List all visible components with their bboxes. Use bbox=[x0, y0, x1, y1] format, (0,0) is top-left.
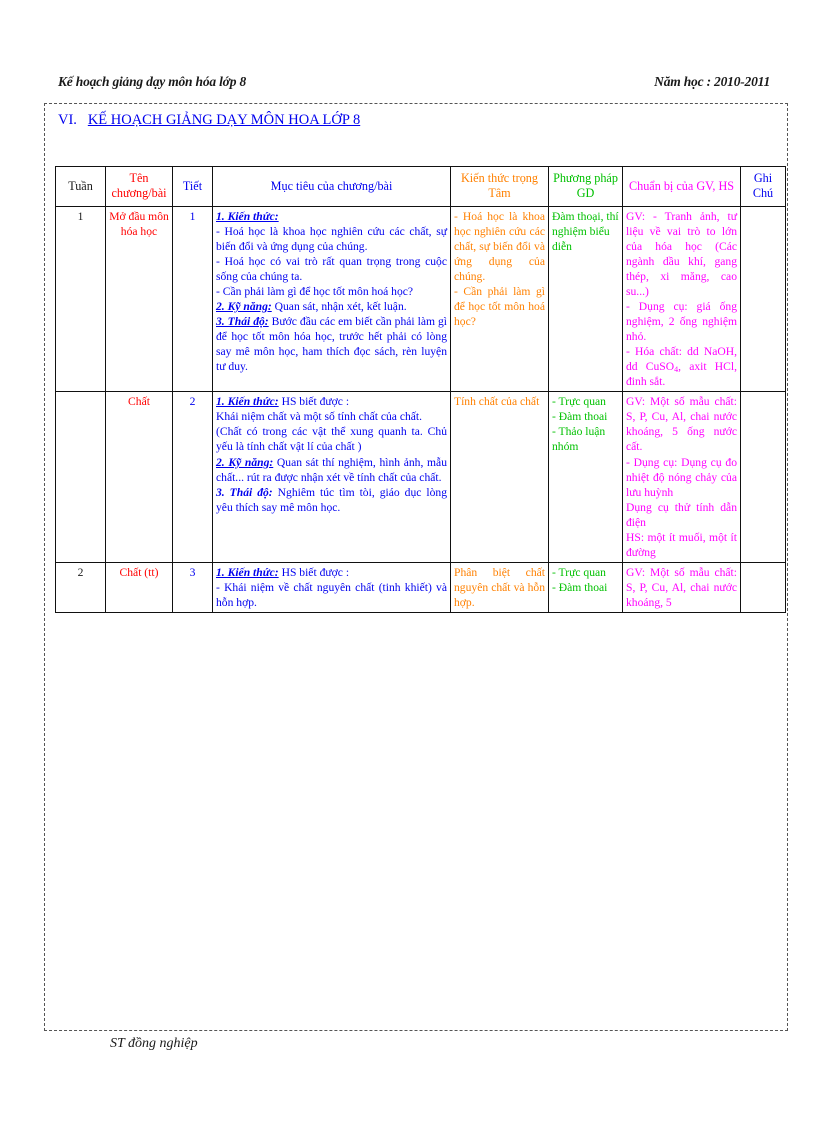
muc-label-kien-thuc: 1. Kiến thức: bbox=[216, 395, 279, 409]
muc-line: (Chất có trong các vật thể xung quanh ta… bbox=[216, 425, 447, 454]
kien-line: - Cần phải làm gì để học tốt môn hoá học… bbox=[454, 284, 545, 328]
kien-line: Phân biệt chất nguyên chất và hỗn hợp. bbox=[454, 565, 545, 610]
cell-ten: Chất (tt) bbox=[105, 561, 173, 614]
cell-phuong: Đàm thoại, thí nghiệm biểu diễn bbox=[548, 205, 623, 393]
phuong-line: - Thảo luận nhóm bbox=[552, 425, 606, 454]
phuong-line: - Trực quan bbox=[552, 565, 606, 579]
cell-kien: Phân biệt chất nguyên chất và hỗn hợp. bbox=[450, 561, 549, 614]
table-header: Tuần Tên chương/bài Tiết Mục tiêu của ch… bbox=[55, 166, 786, 207]
muc-line: - Hoá học là khoa học nghiên cứu các chấ… bbox=[216, 224, 447, 253]
cell-phuong: - Trực quan - Đàm thoai bbox=[548, 561, 623, 614]
phuong-line: Đàm thoại, thí nghiệm biểu diễn bbox=[552, 209, 619, 253]
column-header-tuan: Tuần bbox=[55, 166, 106, 207]
muc-label-ky-nang: 2. Kỹ năng: bbox=[216, 455, 274, 469]
cell-ghi bbox=[740, 391, 786, 563]
cell-tiet: 3 bbox=[172, 561, 213, 614]
section-heading: VI. KẾ HOẠCH GIẢNG DẠY MÔN HOA LỚP 8 bbox=[58, 112, 360, 129]
cell-ten: Chất bbox=[105, 391, 173, 563]
cell-chuan: GV: Một số mẫu chất: S, P, Cu, Al, chai … bbox=[622, 561, 741, 614]
cell-tiet: 2 bbox=[172, 391, 213, 563]
phuong-line: - Đàm thoai bbox=[552, 581, 608, 594]
cell-muc: 1. Kiến thức: HS biết được : - Khái niệm… bbox=[212, 561, 451, 614]
cell-tuan: 2 bbox=[55, 561, 106, 614]
muc-label-thai-do: 3. Thái độ: bbox=[216, 314, 269, 328]
cell-muc: 1. Kiến thức: - Hoá học là khoa học nghi… bbox=[212, 205, 451, 393]
table-row: 2 Chất (tt) 3 1. Kiến thức: HS biết được… bbox=[55, 561, 786, 614]
muc-label-kien-thuc: 1. Kiến thức: bbox=[216, 209, 279, 223]
cell-kien: Tính chất của chất bbox=[450, 391, 549, 563]
chuan-line: Dụng cụ thử tính dẫn điện bbox=[626, 500, 737, 529]
kien-line: - Hoá học là khoa học nghiên cứu các chấ… bbox=[454, 209, 545, 283]
teaching-plan-table: Tuần Tên chương/bài Tiết Mục tiêu của ch… bbox=[55, 166, 786, 614]
muc-line: - Cần phải làm gì để học tốt môn hoá học… bbox=[216, 284, 414, 298]
running-header-right: Năm học : 2010-2011 bbox=[654, 74, 770, 89]
section-title: KẾ HOẠCH GIẢNG DẠY MÔN HOA LỚP 8 bbox=[87, 112, 361, 128]
phuong-line: - Trực quan bbox=[552, 395, 606, 409]
muc-line: Khái niệm chất và một số tính chất của c… bbox=[216, 410, 423, 424]
phuong-line: - Đàm thoai bbox=[552, 410, 608, 424]
page-footer: ST đồng nghiệp bbox=[110, 1036, 198, 1051]
column-header-ghi: Ghi Chú bbox=[740, 166, 786, 207]
table-row: 1 Mở đầu môn hóa học 1 1. Kiến thức: - H… bbox=[55, 205, 786, 393]
table-body: 1 Mở đầu môn hóa học 1 1. Kiến thức: - H… bbox=[55, 205, 786, 614]
muc-label-ky-nang: 2. Kỹ năng: bbox=[216, 299, 272, 313]
chuan-line: GV: - Tranh ảnh, tư liệu về vai trò to l… bbox=[626, 209, 737, 298]
cell-ghi bbox=[740, 561, 786, 614]
cell-tiet: 1 bbox=[172, 205, 213, 393]
column-header-tiet: Tiết bbox=[172, 166, 213, 207]
table-header-row: Tuần Tên chương/bài Tiết Mục tiêu của ch… bbox=[55, 166, 786, 207]
column-header-kien: Kiến thức trọng Tâm bbox=[450, 166, 549, 207]
kien-line: Tính chất của chất bbox=[454, 395, 540, 409]
table-row: Chất 2 1. Kiến thức: HS biết được : Khái… bbox=[55, 391, 786, 563]
column-header-phuong: Phương pháp GD bbox=[548, 166, 623, 207]
column-header-muc: Mục tiêu của chương/bài bbox=[212, 166, 451, 207]
document-page: Kế hoạch giảng dạy môn hóa lớp 8 Năm học… bbox=[0, 0, 816, 1123]
chuan-line: GV: Một số mẫu chất: S, P, Cu, Al, chai … bbox=[626, 565, 737, 610]
cell-chuan: GV: - Tranh ảnh, tư liệu về vai trò to l… bbox=[622, 205, 741, 393]
running-header: Kế hoạch giảng dạy môn hóa lớp 8 Năm học… bbox=[58, 68, 770, 90]
section-number: VI. bbox=[58, 112, 77, 128]
cell-muc: 1. Kiến thức: HS biết được : Khái niệm c… bbox=[212, 391, 451, 563]
muc-text-ky-nang: Quan sát, nhận xét, kết luận. bbox=[271, 299, 407, 313]
muc-label-thai-do: 3. Thái độ: bbox=[216, 485, 273, 499]
cell-phuong: - Trực quan - Đàm thoai - Thảo luận nhóm bbox=[548, 391, 623, 563]
chuan-line-hoa-chat: - Hóa chất: dd NaOH, dd CuSO4, axit HCl,… bbox=[626, 345, 737, 389]
cell-tuan: 1 bbox=[55, 205, 106, 393]
chuan-line: - Dụng cụ: Dụng cụ đo nhiệt độ nóng chảy… bbox=[626, 455, 737, 499]
chuan-line: - Dụng cụ: giá ống nghiệm, 2 ống nghiệm … bbox=[626, 299, 737, 343]
column-header-chuan: Chuẩn bị của GV, HS bbox=[622, 166, 741, 207]
muc-line: - Hoá học có vai trò rất quan trọng tron… bbox=[216, 254, 447, 283]
chuan-line: GV: Một số mẫu chất: S, P, Cu, Al, chai … bbox=[626, 395, 737, 454]
muc-label-kien-thuc: 1. Kiến thức: bbox=[216, 565, 279, 579]
cell-chuan: GV: Một số mẫu chất: S, P, Cu, Al, chai … bbox=[622, 391, 741, 563]
muc-text-kien-thuc: HS biết được : bbox=[278, 395, 350, 409]
running-header-left: Kế hoạch giảng dạy môn hóa lớp 8 bbox=[58, 74, 246, 89]
cell-kien: - Hoá học là khoa học nghiên cứu các chấ… bbox=[450, 205, 549, 393]
column-header-ten: Tên chương/bài bbox=[105, 166, 173, 207]
muc-line: - Khái niệm về chất nguyên chất (tinh kh… bbox=[216, 581, 447, 610]
cell-ghi bbox=[740, 205, 786, 393]
cell-ten: Mở đầu môn hóa học bbox=[105, 205, 173, 393]
chuan-line: HS: một ít muối, một ít đường bbox=[626, 530, 737, 559]
cell-tuan bbox=[55, 391, 106, 563]
muc-text-kien-thuc: HS biết được : bbox=[278, 565, 350, 579]
